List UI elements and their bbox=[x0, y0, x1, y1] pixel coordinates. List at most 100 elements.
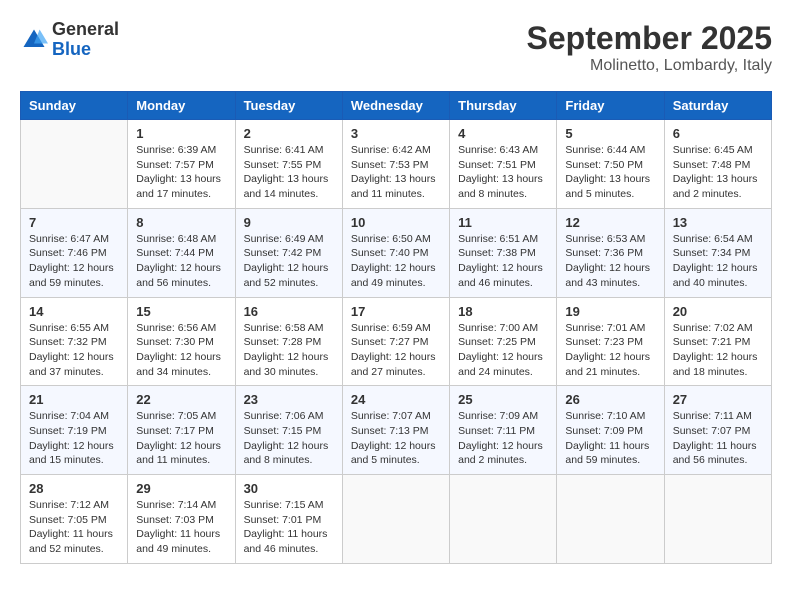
day-info: Sunrise: 7:11 AMSunset: 7:07 PMDaylight:… bbox=[673, 409, 763, 468]
calendar-cell bbox=[450, 475, 557, 564]
day-info: Sunrise: 7:05 AMSunset: 7:17 PMDaylight:… bbox=[136, 409, 226, 468]
calendar-cell: 29 Sunrise: 7:14 AMSunset: 7:03 PMDayligh… bbox=[128, 475, 235, 564]
calendar-table: Sunday Monday Tuesday Wednesday Thursday… bbox=[20, 91, 772, 564]
calendar-cell: 23Sunrise: 7:06 AMSunset: 7:15 PMDayligh… bbox=[235, 386, 342, 475]
header-saturday: Saturday bbox=[664, 92, 771, 120]
day-info: Sunrise: 6:54 AMSunset: 7:34 PMDaylight:… bbox=[673, 232, 763, 291]
header-thursday: Thursday bbox=[450, 92, 557, 120]
calendar-cell: 20 Sunrise: 7:02 AMSunset: 7:21 PMDayligh… bbox=[664, 297, 771, 386]
day-info: Sunrise: 7:00 AMSunset: 7:25 PMDaylight:… bbox=[458, 321, 548, 380]
calendar-cell bbox=[21, 120, 128, 209]
calendar-cell: 12 Sunrise: 6:53 AMSunset: 7:36 PMDayligh… bbox=[557, 208, 664, 297]
logo-blue: Blue bbox=[52, 40, 119, 60]
day-info: Sunrise: 6:39 AMSunset: 7:57 PMDaylight:… bbox=[136, 143, 226, 202]
day-info: Sunrise: 6:41 AMSunset: 7:55 PMDaylight:… bbox=[244, 143, 334, 202]
week-row-5: 28Sunrise: 7:12 AMSunset: 7:05 PMDayligh… bbox=[21, 475, 772, 564]
calendar-cell: 22 Sunrise: 7:05 AMSunset: 7:17 PMDayligh… bbox=[128, 386, 235, 475]
day-info: Sunrise: 7:10 AMSunset: 7:09 PMDaylight:… bbox=[565, 409, 655, 468]
calendar-cell: 13 Sunrise: 6:54 AMSunset: 7:34 PMDayligh… bbox=[664, 208, 771, 297]
logo-general: General bbox=[52, 20, 119, 40]
day-number: 28 bbox=[29, 481, 119, 496]
day-number: 30 bbox=[244, 481, 334, 496]
calendar-cell: 7Sunrise: 6:47 AMSunset: 7:46 PMDaylight… bbox=[21, 208, 128, 297]
day-info: Sunrise: 6:58 AMSunset: 7:28 PMDaylight:… bbox=[244, 321, 334, 380]
page-header: General Blue September 2025 Molinetto, L… bbox=[20, 20, 772, 75]
day-info: Sunrise: 6:53 AMSunset: 7:36 PMDaylight:… bbox=[565, 232, 655, 291]
day-info: Sunrise: 6:45 AMSunset: 7:48 PMDaylight:… bbox=[673, 143, 763, 202]
calendar-cell: 16 Sunrise: 6:58 AMSunset: 7:28 PMDayligh… bbox=[235, 297, 342, 386]
day-number: 5 bbox=[565, 126, 655, 141]
day-info: Sunrise: 6:42 AMSunset: 7:53 PMDaylight:… bbox=[351, 143, 441, 202]
day-number: 8 bbox=[136, 215, 226, 230]
day-info: Sunrise: 6:43 AMSunset: 7:51 PMDaylight:… bbox=[458, 143, 548, 202]
day-info: Sunrise: 6:48 AMSunset: 7:44 PMDaylight:… bbox=[136, 232, 226, 291]
calendar-cell bbox=[664, 475, 771, 564]
week-row-1: 1 Sunrise: 6:39 AMSunset: 7:57 PMDaylight… bbox=[21, 120, 772, 209]
day-number: 1 bbox=[136, 126, 226, 141]
calendar-cell bbox=[342, 475, 449, 564]
day-number: 22 bbox=[136, 392, 226, 407]
week-row-2: 7Sunrise: 6:47 AMSunset: 7:46 PMDaylight… bbox=[21, 208, 772, 297]
day-info: Sunrise: 6:59 AMSunset: 7:27 PMDaylight:… bbox=[351, 321, 441, 380]
day-number: 7 bbox=[29, 215, 119, 230]
calendar-cell: 5 Sunrise: 6:44 AMSunset: 7:50 PMDaylight… bbox=[557, 120, 664, 209]
header-friday: Friday bbox=[557, 92, 664, 120]
logo: General Blue bbox=[20, 20, 119, 60]
calendar-cell: 19 Sunrise: 7:01 AMSunset: 7:23 PMDayligh… bbox=[557, 297, 664, 386]
day-info: Sunrise: 7:07 AMSunset: 7:13 PMDaylight:… bbox=[351, 409, 441, 468]
day-number: 2 bbox=[244, 126, 334, 141]
logo-icon bbox=[20, 26, 48, 54]
calendar-cell: 2 Sunrise: 6:41 AMSunset: 7:55 PMDaylight… bbox=[235, 120, 342, 209]
day-number: 26 bbox=[565, 392, 655, 407]
day-number: 29 bbox=[136, 481, 226, 496]
calendar-cell: 1 Sunrise: 6:39 AMSunset: 7:57 PMDaylight… bbox=[128, 120, 235, 209]
day-info: Sunrise: 7:02 AMSunset: 7:21 PMDaylight:… bbox=[673, 321, 763, 380]
calendar-cell: 8 Sunrise: 6:48 AMSunset: 7:44 PMDaylight… bbox=[128, 208, 235, 297]
calendar-cell: 6 Sunrise: 6:45 AMSunset: 7:48 PMDaylight… bbox=[664, 120, 771, 209]
calendar-cell: 21 Sunrise: 7:04 AMSunset: 7:19 PMDayligh… bbox=[21, 386, 128, 475]
day-info: Sunrise: 6:49 AMSunset: 7:42 PMDaylight:… bbox=[244, 232, 334, 291]
calendar-cell: 18 Sunrise: 7:00 AMSunset: 7:25 PMDayligh… bbox=[450, 297, 557, 386]
day-number: 4 bbox=[458, 126, 548, 141]
header-monday: Monday bbox=[128, 92, 235, 120]
calendar-cell: 11Sunrise: 6:51 AMSunset: 7:38 PMDayligh… bbox=[450, 208, 557, 297]
day-info: Sunrise: 7:15 AMSunset: 7:01 PMDaylight:… bbox=[244, 498, 334, 557]
calendar-title: September 2025 bbox=[527, 20, 772, 57]
day-number: 27 bbox=[673, 392, 763, 407]
calendar-cell: 26 Sunrise: 7:10 AMSunset: 7:09 PMDayligh… bbox=[557, 386, 664, 475]
day-number: 25 bbox=[458, 392, 548, 407]
header-row: Sunday Monday Tuesday Wednesday Thursday… bbox=[21, 92, 772, 120]
day-number: 23 bbox=[244, 392, 334, 407]
calendar-cell: 10Sunrise: 6:50 AMSunset: 7:40 PMDayligh… bbox=[342, 208, 449, 297]
day-info: Sunrise: 6:55 AMSunset: 7:32 PMDaylight:… bbox=[29, 321, 119, 380]
day-info: Sunrise: 6:56 AMSunset: 7:30 PMDaylight:… bbox=[136, 321, 226, 380]
header-wednesday: Wednesday bbox=[342, 92, 449, 120]
day-number: 15 bbox=[136, 304, 226, 319]
calendar-cell bbox=[557, 475, 664, 564]
calendar-cell: 9Sunrise: 6:49 AMSunset: 7:42 PMDaylight… bbox=[235, 208, 342, 297]
day-number: 6 bbox=[673, 126, 763, 141]
calendar-subtitle: Molinetto, Lombardy, Italy bbox=[527, 57, 772, 75]
calendar-cell: 30 Sunrise: 7:15 AMSunset: 7:01 PMDayligh… bbox=[235, 475, 342, 564]
day-number: 20 bbox=[673, 304, 763, 319]
day-info: Sunrise: 6:51 AMSunset: 7:38 PMDaylight:… bbox=[458, 232, 548, 291]
day-number: 21 bbox=[29, 392, 119, 407]
calendar-cell: 25Sunrise: 7:09 AMSunset: 7:11 PMDayligh… bbox=[450, 386, 557, 475]
day-number: 16 bbox=[244, 304, 334, 319]
day-number: 17 bbox=[351, 304, 441, 319]
day-info: Sunrise: 7:04 AMSunset: 7:19 PMDaylight:… bbox=[29, 409, 119, 468]
logo-text: General Blue bbox=[52, 20, 119, 60]
day-number: 18 bbox=[458, 304, 548, 319]
calendar-cell: 24 Sunrise: 7:07 AMSunset: 7:13 PMDayligh… bbox=[342, 386, 449, 475]
day-number: 12 bbox=[565, 215, 655, 230]
calendar-cell: 28Sunrise: 7:12 AMSunset: 7:05 PMDayligh… bbox=[21, 475, 128, 564]
week-row-3: 14Sunrise: 6:55 AMSunset: 7:32 PMDayligh… bbox=[21, 297, 772, 386]
day-number: 13 bbox=[673, 215, 763, 230]
day-number: 24 bbox=[351, 392, 441, 407]
day-info: Sunrise: 7:01 AMSunset: 7:23 PMDaylight:… bbox=[565, 321, 655, 380]
header-tuesday: Tuesday bbox=[235, 92, 342, 120]
day-info: Sunrise: 6:44 AMSunset: 7:50 PMDaylight:… bbox=[565, 143, 655, 202]
day-info: Sunrise: 7:14 AMSunset: 7:03 PMDaylight:… bbox=[136, 498, 226, 557]
day-number: 19 bbox=[565, 304, 655, 319]
header-sunday: Sunday bbox=[21, 92, 128, 120]
